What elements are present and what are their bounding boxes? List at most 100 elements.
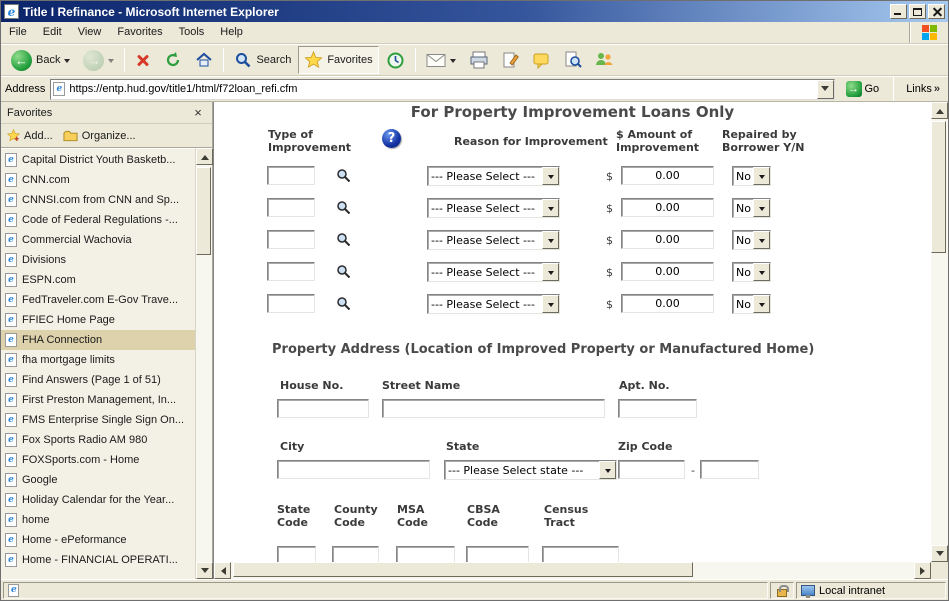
links-button[interactable]: Links	[902, 83, 944, 95]
menu-file[interactable]: File	[1, 22, 35, 43]
favorites-button[interactable]: Favorites	[298, 46, 378, 74]
repaired-select[interactable]: No	[732, 230, 771, 250]
favorites-close-button[interactable]	[190, 105, 206, 120]
apt-no-input[interactable]	[618, 399, 697, 418]
census-tract-input[interactable]	[542, 546, 619, 562]
msa-code-input[interactable]	[396, 546, 455, 562]
favorite-item[interactable]: Commercial Wachovia	[1, 230, 195, 250]
lookup-magnifier-icon[interactable]	[336, 264, 351, 279]
favorite-item[interactable]: First Preston Management, In...	[1, 390, 195, 410]
scroll-up-button[interactable]	[196, 148, 213, 165]
type-of-improvement-input[interactable]	[267, 198, 315, 217]
scroll-track[interactable]	[231, 562, 914, 579]
favorites-scrollbar[interactable]	[195, 148, 212, 579]
scroll-left-button[interactable]	[214, 562, 231, 579]
lookup-magnifier-icon[interactable]	[336, 296, 351, 311]
back-button[interactable]: Back	[5, 46, 76, 74]
dropdown-arrow-icon[interactable]	[753, 295, 770, 313]
favorite-item[interactable]: FMS Enterprise Single Sign On...	[1, 410, 195, 430]
repaired-select[interactable]: No	[732, 262, 771, 282]
forward-button[interactable]	[77, 46, 120, 74]
favorite-item[interactable]: FedTraveler.com E-Gov Trave...	[1, 290, 195, 310]
organize-favorites-button[interactable]: Organize...	[63, 130, 136, 142]
repaired-select[interactable]: No	[732, 166, 771, 186]
dropdown-arrow-icon[interactable]	[753, 263, 770, 281]
lookup-magnifier-icon[interactable]	[336, 232, 351, 247]
scroll-down-button[interactable]	[931, 545, 948, 562]
favorite-item[interactable]: Find Answers (Page 1 of 51)	[1, 370, 195, 390]
address-url[interactable]: https://entp.hud.gov/title1/html/f72loan…	[69, 83, 816, 95]
favorite-item[interactable]: Google	[1, 470, 195, 490]
scroll-down-button[interactable]	[196, 562, 213, 579]
lookup-magnifier-icon[interactable]	[336, 200, 351, 215]
state-select[interactable]: --- Please Select state ---	[444, 460, 617, 480]
scroll-thumb[interactable]	[233, 562, 693, 577]
back-dropdown-icon[interactable]	[64, 59, 70, 66]
content-vertical-scrollbar[interactable]	[931, 102, 948, 562]
dropdown-arrow-icon[interactable]	[753, 231, 770, 249]
scroll-up-button[interactable]	[931, 102, 948, 119]
favorite-item[interactable]: ESPN.com	[1, 270, 195, 290]
dropdown-arrow-icon[interactable]	[753, 167, 770, 185]
house-no-input[interactable]	[277, 399, 369, 418]
scroll-thumb[interactable]	[931, 121, 946, 253]
history-button[interactable]	[380, 46, 411, 74]
lookup-magnifier-icon[interactable]	[336, 168, 351, 183]
go-button[interactable]: Go	[840, 78, 886, 100]
state-code-input[interactable]	[277, 546, 316, 562]
city-input[interactable]	[277, 460, 430, 479]
address-field[interactable]: https://entp.hud.gov/title1/html/f72loan…	[50, 79, 834, 100]
add-favorite-button[interactable]: Add...	[7, 129, 53, 142]
help-icon[interactable]	[382, 129, 401, 148]
favorite-item[interactable]: home	[1, 510, 195, 530]
address-dropdown-button[interactable]	[817, 80, 834, 99]
scroll-track[interactable]	[196, 165, 212, 562]
home-button[interactable]	[189, 46, 219, 74]
favorite-item[interactable]: fha mortgage limits	[1, 350, 195, 370]
zip-code-input[interactable]	[618, 460, 685, 479]
amount-input[interactable]	[621, 198, 714, 217]
scroll-track[interactable]	[931, 119, 948, 545]
title-bar[interactable]: Title I Refinance - Microsoft Internet E…	[1, 1, 948, 22]
minimize-button[interactable]	[890, 4, 907, 19]
menu-tools[interactable]: Tools	[171, 22, 213, 43]
scroll-thumb[interactable]	[196, 167, 211, 255]
dropdown-arrow-icon[interactable]	[542, 295, 559, 313]
close-button[interactable]	[928, 4, 945, 19]
favorite-item[interactable]: Code of Federal Regulations -...	[1, 210, 195, 230]
street-name-input[interactable]	[382, 399, 605, 418]
dropdown-arrow-icon[interactable]	[542, 199, 559, 217]
type-of-improvement-input[interactable]	[267, 262, 315, 281]
favorite-item[interactable]: Holiday Calendar for the Year...	[1, 490, 195, 510]
favorite-item-selected[interactable]: FHA Connection	[1, 330, 195, 350]
dropdown-arrow-icon[interactable]	[542, 263, 559, 281]
discuss-button[interactable]	[527, 46, 557, 74]
menu-favorites[interactable]: Favorites	[109, 22, 170, 43]
reason-select[interactable]: --- Please Select ---	[427, 166, 560, 186]
county-code-input[interactable]	[332, 546, 379, 562]
security-lock-pane[interactable]	[770, 582, 794, 599]
dropdown-arrow-icon[interactable]	[542, 231, 559, 249]
amount-input[interactable]	[621, 166, 714, 185]
favorite-item[interactable]: Capital District Youth Basketb...	[1, 150, 195, 170]
search-button[interactable]: Search	[228, 46, 297, 74]
messenger-button[interactable]	[589, 46, 619, 74]
dropdown-arrow-icon[interactable]	[753, 199, 770, 217]
content-horizontal-scrollbar[interactable]	[214, 562, 931, 579]
mail-dropdown-icon[interactable]	[450, 59, 456, 66]
edit-button[interactable]	[496, 46, 526, 74]
type-of-improvement-input[interactable]	[267, 294, 315, 313]
dropdown-arrow-icon[interactable]	[542, 167, 559, 185]
menu-edit[interactable]: Edit	[35, 22, 70, 43]
cbsa-code-input[interactable]	[466, 546, 529, 562]
type-of-improvement-input[interactable]	[267, 230, 315, 249]
research-button[interactable]	[558, 46, 588, 74]
reason-select[interactable]: --- Please Select ---	[427, 230, 560, 250]
reason-select[interactable]: --- Please Select ---	[427, 294, 560, 314]
mail-button[interactable]	[420, 46, 462, 74]
favorite-item[interactable]: Home - FINANCIAL OPERATI...	[1, 550, 195, 570]
favorite-item[interactable]: CNNSI.com from CNN and Sp...	[1, 190, 195, 210]
stop-button[interactable]	[129, 46, 157, 74]
refresh-button[interactable]	[158, 46, 188, 74]
favorite-item[interactable]: FFIEC Home Page	[1, 310, 195, 330]
